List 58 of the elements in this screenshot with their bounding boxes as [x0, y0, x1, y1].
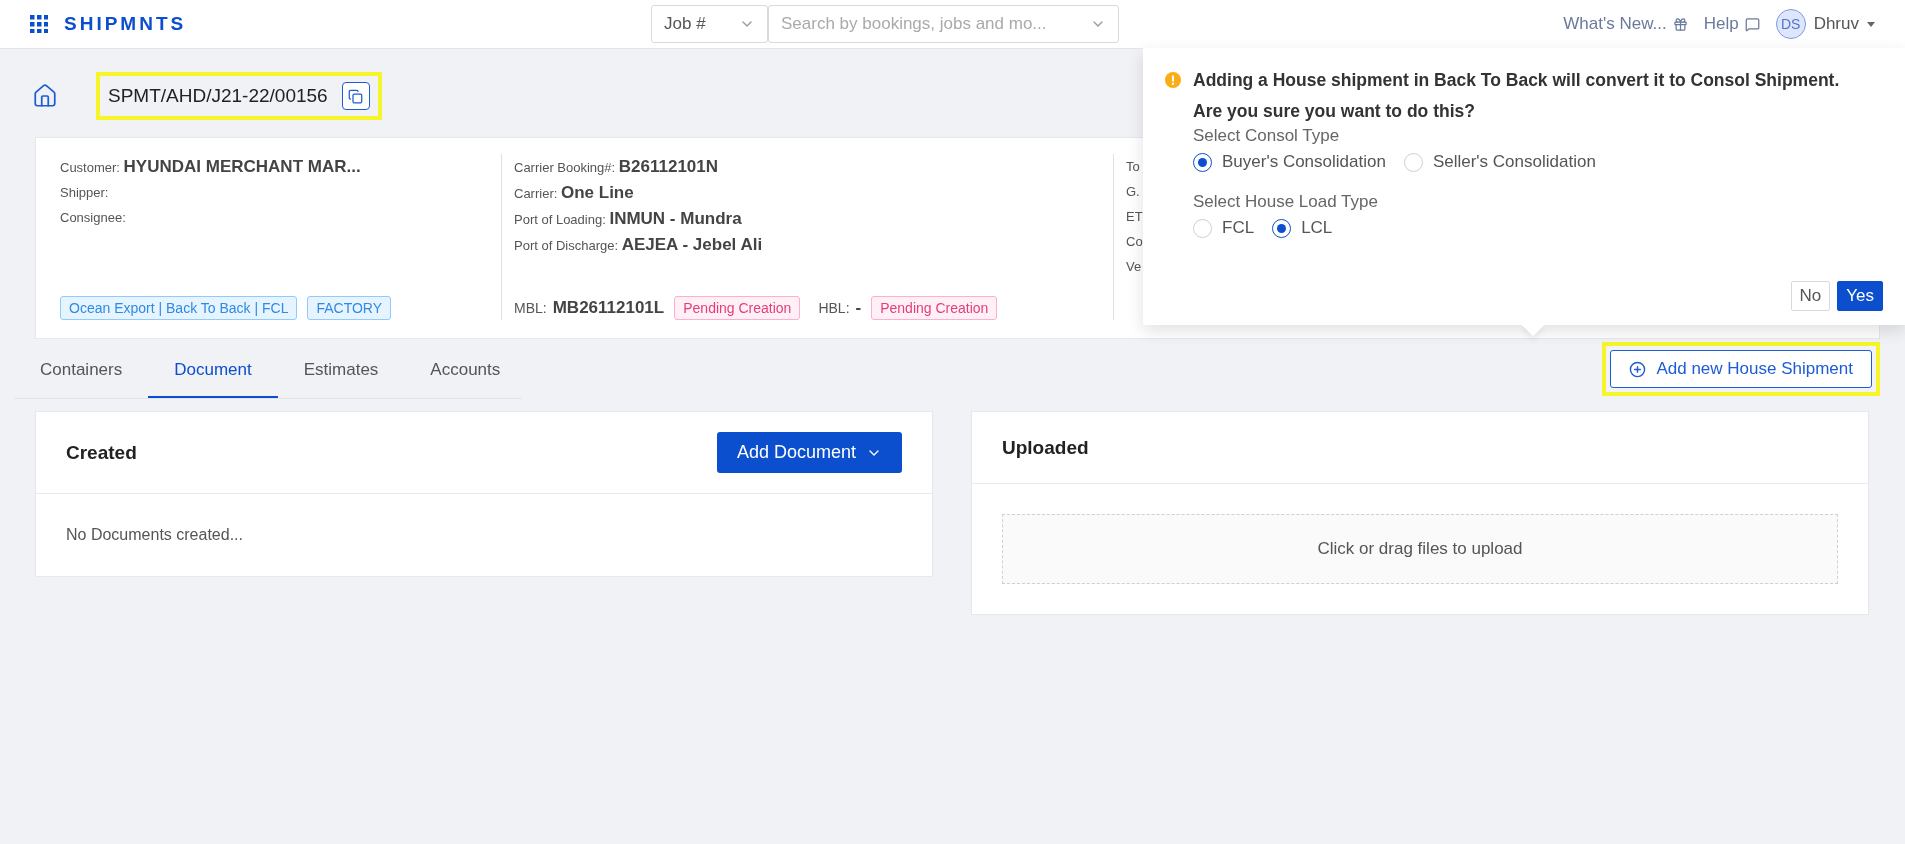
summary-field: To: [1126, 154, 1140, 179]
tag: Ocean Export | Back To Back | FCL: [60, 296, 298, 320]
app-grid-icon[interactable]: [30, 15, 48, 33]
user-menu[interactable]: DS Dhruv: [1775, 9, 1875, 39]
status-tag: Pending Creation: [674, 296, 801, 320]
plus-circle-icon: [1629, 360, 1647, 378]
cancel-button[interactable]: No: [1790, 281, 1831, 311]
summary-field: Customer: HYUNDAI MERCHANT MAR...: [60, 154, 361, 180]
search-type-select[interactable]: Job #: [651, 5, 768, 43]
radio-icon[interactable]: [1272, 218, 1292, 238]
upload-dropzone[interactable]: Click or drag files to upload: [1002, 514, 1838, 584]
job-number: SPMT/AHD/J21-22/00156: [108, 85, 328, 107]
tab[interactable]: Estimates: [277, 346, 405, 398]
tab[interactable]: Containers: [14, 346, 149, 398]
copy-button[interactable]: [341, 82, 370, 110]
summary-field: Carrier: One Line: [514, 180, 634, 206]
copy-icon: [348, 88, 364, 104]
bill-number: -: [855, 298, 862, 318]
bill-number: MB26112101L: [552, 298, 665, 318]
app-logo[interactable]: SHIPMNTS: [64, 13, 187, 35]
tab[interactable]: Document: [148, 346, 278, 398]
caret-icon: [1867, 21, 1875, 27]
summary-field: Ve: [1126, 254, 1142, 279]
panel-title: Uploaded: [1002, 436, 1089, 459]
user-avatar: DS: [1775, 9, 1806, 39]
summary-field: Carrier Booking#: B26112101N: [514, 154, 719, 180]
confirm-question: Are you sure you want to do this?: [1193, 101, 1476, 122]
bill-label: HBL:: [818, 300, 850, 316]
confirm-message: Adding a House shipment in Back To Back will convert it to Consol Shipment.: [1193, 70, 1840, 91]
add-house-shipment-button[interactable]: Add new House Shipment: [1610, 350, 1872, 388]
status-tag: Pending Creation: [871, 296, 998, 320]
summary-field: ET: [1126, 204, 1143, 229]
nav-link[interactable]: Help: [1703, 14, 1760, 34]
radio-option[interactable]: FCL: [1193, 218, 1255, 238]
home-icon[interactable]: [32, 83, 58, 109]
summary-field: Consignee:: [60, 205, 126, 230]
radio-option[interactable]: Buyer's Consolidation: [1193, 152, 1386, 172]
tag: FACTORY: [307, 296, 392, 320]
add-document-button[interactable]: Add Document: [716, 432, 902, 473]
radio-option[interactable]: LCL: [1272, 218, 1333, 238]
panel-title: Created: [66, 441, 137, 464]
warning-icon: [1165, 72, 1181, 88]
gift-icon: [1672, 16, 1688, 32]
summary-field: Shipper:: [60, 180, 109, 205]
summary-field: Port of Loading: INMUN - Mundra: [514, 206, 742, 232]
summary-field: G.: [1126, 179, 1140, 204]
summary-field: Port of Discharge: AEJEA - Jebel Ali: [514, 232, 763, 258]
empty-message: No Documents created...: [65, 525, 244, 545]
radio-option[interactable]: Seller's Consolidation: [1403, 152, 1596, 172]
radio-icon[interactable]: [1193, 152, 1212, 172]
nav-link[interactable]: What's New...: [1563, 14, 1688, 34]
bill-label: MBL:: [514, 300, 547, 316]
radio-group-label: Select Consol Type: [1193, 126, 1341, 146]
summary-field: Co: [1126, 229, 1143, 254]
confirm-button[interactable]: Yes: [1837, 281, 1883, 311]
tab[interactable]: Accounts: [404, 346, 527, 398]
chat-icon: [1744, 16, 1760, 32]
radio-group-label: Select House Load Type: [1193, 192, 1379, 212]
